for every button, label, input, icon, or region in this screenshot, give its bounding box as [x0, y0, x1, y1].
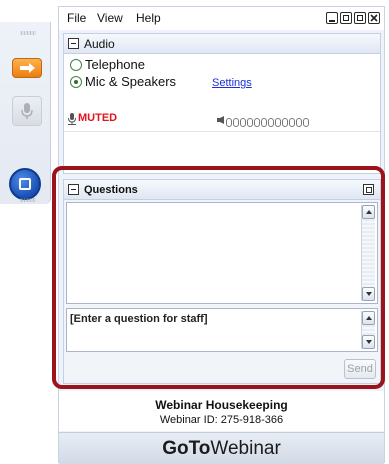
stop-icon — [19, 178, 31, 190]
questions-highlight-outline — [52, 166, 385, 389]
microphone-icon — [21, 103, 33, 119]
level-segment — [282, 118, 288, 127]
level-segment — [289, 118, 295, 127]
audio-level-icon — [217, 116, 224, 124]
telephone-label[interactable]: Telephone — [85, 57, 145, 72]
popout-button[interactable] — [354, 12, 366, 24]
muted-microphone-icon — [68, 113, 76, 125]
level-segment — [268, 118, 274, 127]
audio-divider — [64, 131, 380, 132]
level-segment — [254, 118, 260, 127]
level-segment — [247, 118, 253, 127]
arrow-right-icon — [20, 63, 35, 73]
gotowebinar-logo: GoToWebinar — [162, 438, 281, 459]
menu-help[interactable]: Help — [136, 11, 161, 25]
audio-title: Audio — [84, 37, 115, 51]
level-segment — [275, 118, 281, 127]
minimize-button[interactable] — [326, 12, 338, 24]
level-segment — [303, 118, 309, 127]
dock-grip-top[interactable] — [20, 31, 36, 35]
brand-bar: GoToWebinar — [59, 432, 384, 464]
muted-status: MUTED — [78, 112, 118, 124]
level-segment — [261, 118, 267, 127]
microphone-button[interactable] — [12, 96, 42, 126]
mic-speakers-radio[interactable] — [70, 76, 82, 88]
restore-button[interactable] — [340, 12, 352, 24]
audio-level-meter — [226, 114, 310, 132]
level-segment — [226, 118, 232, 127]
level-segment — [296, 118, 302, 127]
menu-file[interactable]: File — [67, 11, 86, 25]
audio-section: Audio Telephone Mic & Speakers Settings … — [63, 33, 381, 174]
menu-bar: File View Help — [59, 7, 384, 30]
level-segment — [240, 118, 246, 127]
restore-icon — [343, 15, 349, 21]
webinar-title: Webinar Housekeeping — [155, 398, 288, 412]
audio-collapse-button[interactable] — [68, 38, 79, 49]
telephone-radio[interactable] — [70, 59, 82, 71]
window-controls — [324, 11, 380, 26]
popout-icon — [357, 15, 363, 21]
menu-view[interactable]: View — [97, 11, 123, 25]
webinar-info: Webinar Housekeeping Webinar ID: 275-918… — [59, 391, 384, 431]
level-segment — [233, 118, 239, 127]
audio-settings-link[interactable]: Settings — [212, 77, 252, 89]
webinar-id: Webinar ID: 275-918-366 — [159, 414, 284, 426]
dock-grip-bottom[interactable] — [20, 198, 36, 202]
mic-speakers-label[interactable]: Mic & Speakers — [85, 74, 176, 89]
close-button[interactable] — [368, 12, 380, 24]
audio-header: Audio — [64, 34, 380, 54]
show-hide-panel-button[interactable] — [12, 58, 42, 78]
minimize-icon — [329, 20, 335, 22]
close-icon — [370, 14, 378, 22]
screen-sharing-button[interactable] — [9, 168, 41, 200]
control-dock — [0, 22, 51, 204]
mute-status-row: MUTED — [64, 108, 380, 130]
